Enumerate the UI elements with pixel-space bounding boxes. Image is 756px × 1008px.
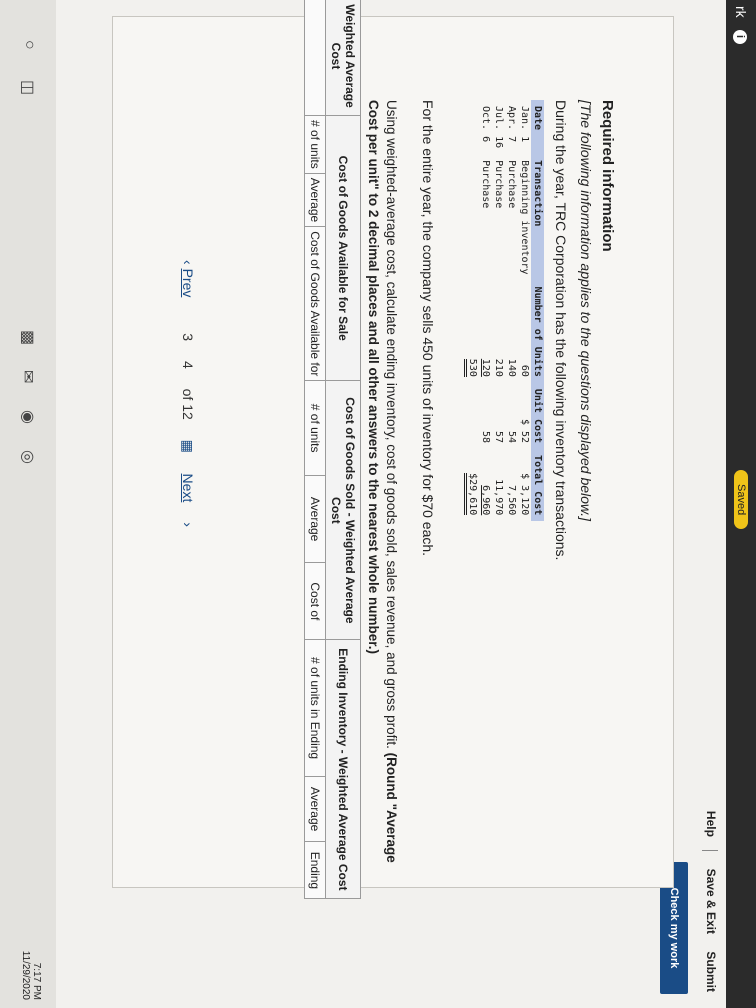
chrome-icon[interactable]: ◎ — [18, 450, 38, 464]
subheader: # of units — [304, 380, 326, 476]
cell: Purchase — [480, 160, 491, 209]
clock-time: 7:17 PM — [31, 962, 42, 1000]
top-bar-left: rk i — [732, 6, 749, 44]
answer-header-row: Weighted Average Cost Cost of Goods Avai… — [325, 0, 361, 899]
cell: 6,960 — [479, 449, 492, 521]
total-cost: $29,610 — [464, 473, 478, 516]
table-row: Jan. 1 Beginning inventory 60 $ 52 $ 3,1… — [518, 100, 531, 521]
page-number-3[interactable]: 3 — [180, 333, 196, 341]
next-label: Next — [180, 473, 196, 503]
cell: 120 — [479, 281, 492, 383]
cell: Apr. 7 — [506, 106, 517, 143]
col-total-cost: Total Cost — [531, 449, 544, 522]
subheader: # of units in Ending — [304, 639, 326, 777]
cell: Jul. 16 — [493, 106, 504, 149]
cell — [466, 383, 479, 449]
answer-table: Weighted Average Cost Cost of Goods Avai… — [304, 0, 361, 899]
weighted-average-header: Weighted Average Cost — [325, 0, 361, 116]
cell: $ 52 — [519, 418, 530, 444]
info-icon[interactable]: i — [732, 29, 747, 44]
cell: 11,970 — [493, 479, 504, 516]
required-info-note: [The following information applies to th… — [578, 100, 594, 522]
page-count: of 12 — [180, 388, 196, 420]
grid-icon[interactable]: ▦ — [180, 440, 196, 454]
submit-link[interactable]: Submit — [704, 951, 718, 992]
cell: 140 — [506, 358, 517, 377]
cell: Jan. 1 — [519, 106, 530, 143]
ending-inventory-header: Ending Inventory - Weighted Average Cost — [325, 639, 361, 899]
cell — [466, 100, 479, 154]
save-exit-link[interactable]: Save & Exit — [704, 869, 718, 934]
subheader: Average — [304, 173, 326, 227]
required-info-title: Required information — [599, 100, 616, 252]
cell: 7,560 — [506, 485, 517, 516]
inventory-header-row: Date Transaction Number of Units Unit Co… — [531, 100, 544, 522]
cell: 210 — [493, 358, 504, 377]
cell-value: 6,960 — [480, 485, 491, 516]
cell: $29,610 — [464, 449, 479, 521]
divider — [702, 850, 718, 852]
mail-icon[interactable]: ✉ — [18, 370, 38, 383]
table-row: Jul. 16 Purchase 210 57 11,970 — [492, 100, 505, 521]
search-icon[interactable]: ○ — [20, 40, 38, 50]
table-row: Oct. 6 Purchase 120 58 6,960 — [479, 100, 492, 521]
answer-table-wrap: Weighted Average Cost Cost of Goods Avai… — [211, 0, 361, 1008]
prev-label: Prev — [180, 268, 196, 298]
subheader: # of units — [304, 115, 326, 174]
col-transaction: Transaction — [531, 154, 544, 281]
cell: 54 — [506, 431, 517, 444]
cogs-header: Cost of Goods Sold - Weighted Average Co… — [325, 380, 361, 640]
cell: 57 — [493, 431, 504, 444]
cell — [466, 154, 479, 280]
cell: Oct. 6 — [480, 106, 491, 143]
total-row: 530 $29,610 — [464, 100, 479, 521]
subheader: Cost of — [304, 562, 326, 640]
browser-icon[interactable]: ◉ — [18, 410, 38, 424]
subheader: Average — [304, 776, 326, 842]
col-date: Date — [531, 100, 544, 155]
cell: 530 — [464, 281, 479, 383]
task-view-icon[interactable]: ◫ — [18, 80, 38, 95]
page-number-4[interactable]: 4 — [180, 361, 196, 369]
total-units: 530 — [464, 358, 478, 377]
intro-text: During the year, TRC Corporation has the… — [553, 100, 569, 561]
top-bar: rk i Saved — [726, 0, 756, 1008]
taskbar: ○ ◫ ▩ ✉ ◉ ◎ 7:17 PM 11/29/2020 — [0, 0, 56, 1008]
pager: ‹ Prev 3 4 of 12 ▦ Next › — [180, 260, 196, 543]
help-link[interactable]: Help — [704, 811, 718, 837]
top-bar-left-text: rk — [733, 6, 749, 18]
cell-value: 120 — [480, 358, 491, 377]
saved-status-badge: Saved — [734, 470, 748, 530]
cell: 60 — [519, 364, 530, 377]
header-actions: Help Save & Exit Submit — [702, 797, 718, 992]
blank-cell — [304, 0, 326, 116]
clock-date: 11/29/2020 — [20, 950, 31, 1000]
system-tray: 7:17 PM 11/29/2020 — [20, 951, 42, 1000]
screen: rk i Saved Help Save & Exit Submit Check… — [0, 0, 756, 1008]
cell: 58 — [480, 431, 491, 444]
question-text-2: Using weighted-average cost, calculate e… — [364, 100, 400, 880]
inventory-table: Date Transaction Number of Units Unit Co… — [464, 100, 544, 522]
prev-button[interactable]: ‹ Prev — [180, 260, 196, 313]
subheader: Cost of Goods Available for — [304, 226, 326, 381]
table-row: Apr. 7 Purchase 140 54 7,560 — [505, 100, 518, 521]
cell: Purchase — [493, 160, 504, 209]
cell: Beginning inventory — [519, 160, 530, 275]
cell: $ 3,120 — [519, 473, 530, 516]
subheader: Ending — [304, 841, 326, 899]
answer-subheader-row: # of units Average Cost of Goods Availab… — [304, 0, 326, 899]
col-unit-cost: Unit Cost — [531, 382, 544, 450]
available-for-sale-header: Cost of Goods Available for Sale — [325, 115, 361, 381]
cell: Purchase — [506, 160, 517, 209]
question-text-1: For the entire year, the company sells 4… — [420, 100, 436, 557]
next-button[interactable]: Next › — [180, 474, 196, 527]
store-icon[interactable]: ▩ — [18, 330, 38, 345]
col-units: Number of Units — [531, 280, 544, 383]
subheader: Average — [304, 475, 326, 563]
question-instruction: Using weighted-average cost, calculate e… — [384, 100, 399, 753]
